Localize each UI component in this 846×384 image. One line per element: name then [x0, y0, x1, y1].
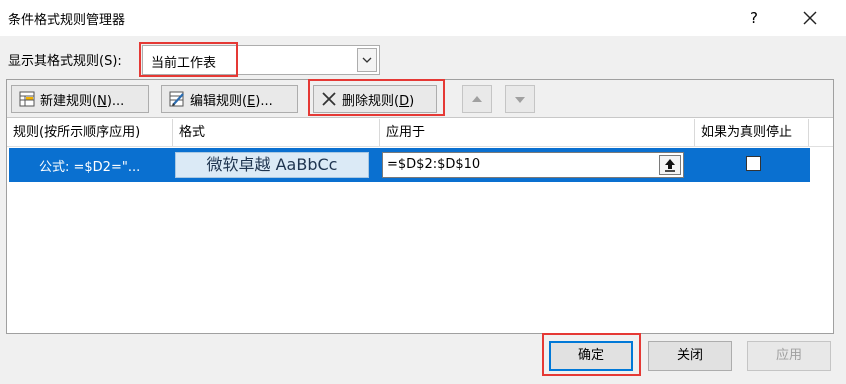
rule-description: 公式: =$D2="... — [39, 160, 141, 175]
new-rule-text: 新建规则( — [40, 93, 98, 109]
range-select-button[interactable] — [659, 155, 681, 175]
new-rule-accesskey: N — [97, 93, 107, 109]
format-preview: 微软卓越 AaBbCc — [175, 152, 369, 178]
new-rule-tail: )... — [106, 93, 125, 109]
edit-rule-icon — [169, 91, 184, 107]
dialog-title: 条件格式规则管理器 — [8, 13, 126, 28]
chevron-down-icon — [362, 57, 372, 63]
highlight-box-ok — [542, 333, 641, 376]
edit-rule-text: 编辑规则( — [190, 93, 248, 109]
move-up-button[interactable] — [462, 85, 492, 113]
move-down-button[interactable] — [505, 85, 535, 113]
dropdown-button[interactable] — [357, 48, 377, 72]
triangle-down-icon — [515, 97, 525, 103]
header-rule: 规则(按所示顺序应用) — [7, 119, 173, 147]
header-applies-to: 应用于 — [380, 119, 695, 147]
applies-to-value: =$D$2:$D$10 — [387, 157, 481, 172]
help-button[interactable]: ? — [744, 6, 764, 30]
rules-panel: 新建规则(N)... 编辑规则(E)... 删除规则(D) 规则(按所示顺序应用… — [6, 79, 834, 334]
highlight-box-delete — [308, 79, 445, 116]
header-divider — [7, 146, 833, 147]
rules-toolbar: 新建规则(N)... 编辑规则(E)... 删除规则(D) — [7, 79, 833, 118]
new-rule-icon — [19, 91, 35, 107]
header-format: 格式 — [173, 119, 380, 147]
edit-rule-label: 编辑规则(E)... — [190, 90, 273, 109]
triangle-up-icon — [472, 96, 482, 102]
new-rule-button[interactable]: 新建规则(N)... — [11, 85, 149, 113]
edit-rule-button[interactable]: 编辑规则(E)... — [161, 85, 298, 113]
table-row[interactable]: 公式: =$D2="... 微软卓越 AaBbCc =$D$2:$D$10 — [9, 148, 810, 182]
header-stop-if-true: 如果为真则停止 — [695, 119, 809, 147]
stop-if-true-checkbox[interactable] — [746, 156, 761, 171]
title-bar: 条件格式规则管理器 ? — [0, 0, 846, 36]
new-rule-label: 新建规则(N)... — [40, 90, 124, 109]
apply-button[interactable]: 应用 — [747, 341, 831, 371]
close-button[interactable]: 关闭 — [648, 341, 732, 371]
collapse-dialog-icon — [665, 159, 675, 172]
show-rules-label: 显示其格式规则(S): — [8, 54, 122, 69]
close-icon — [803, 11, 817, 25]
highlight-box-show-rules-top — [139, 42, 238, 77]
edit-rule-tail: )... — [255, 93, 273, 109]
close-window-button[interactable] — [796, 4, 824, 32]
applies-to-input[interactable]: =$D$2:$D$10 — [382, 152, 684, 178]
